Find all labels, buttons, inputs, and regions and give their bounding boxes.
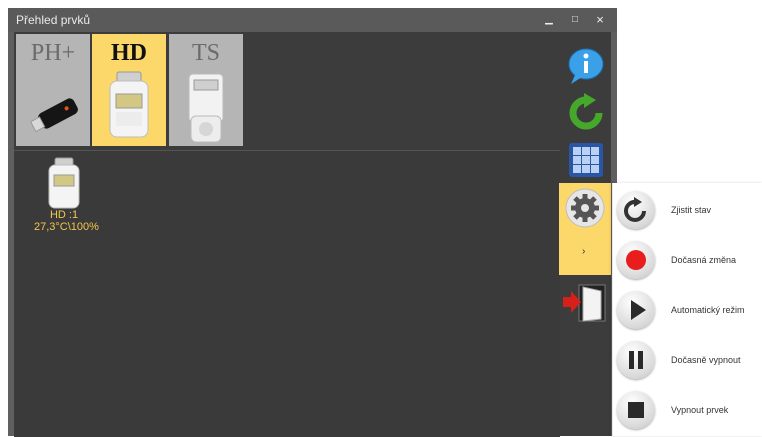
menu-item-label: Dočasná změna — [671, 255, 737, 265]
stop-icon — [628, 402, 644, 418]
pause-icon — [629, 351, 643, 369]
tab-ts[interactable]: TS — [169, 34, 243, 146]
refresh-icon — [569, 93, 603, 130]
minimize-button[interactable]: ▁ — [538, 10, 560, 30]
usb-stick-icon — [30, 98, 78, 133]
menu-item-label: Dočasně vypnout — [671, 355, 741, 365]
client-area: PH+ HD TS HD:1 27,3°C\100% — [14, 32, 611, 437]
refresh-icon — [624, 197, 646, 222]
close-button[interactable]: × — [589, 10, 611, 30]
menu-item-circle — [617, 241, 655, 279]
menu-item-label: Automatický režim — [671, 305, 745, 315]
menu-item-label: Zjistit stav — [671, 205, 712, 215]
menu-item-automaticky-rezim[interactable]: Automatický režim — [613, 287, 762, 335]
exit-door-icon — [563, 284, 606, 322]
menu-item-zjistit-stav[interactable]: Zjistit stav — [613, 187, 762, 235]
title-bar: Přehled prvků ▁ □ × — [8, 8, 617, 32]
menu-item-label: Vypnout prvek — [671, 405, 729, 415]
timer-socket-icon — [188, 73, 224, 143]
device-name: HD :1 — [49, 209, 79, 221]
refresh-button[interactable] — [566, 92, 606, 132]
menu-item-vypnout-prvek[interactable]: Vypnout prvek — [613, 387, 762, 435]
main-window: Přehled prvků ▁ □ × PH+ HD TS HD:1 27,3… — [8, 8, 617, 437]
info-button[interactable] — [566, 46, 606, 86]
play-icon — [631, 300, 646, 320]
device-status: 27,3°C\100% — [34, 221, 99, 233]
record-icon — [626, 250, 646, 270]
grid-view-button[interactable] — [566, 140, 606, 180]
gear-icon — [565, 188, 605, 228]
menu-item-circle — [617, 341, 655, 379]
tab-ph-plus[interactable]: PH+ — [16, 34, 90, 146]
chevron-right-icon: › — [582, 246, 586, 257]
device-area: HD :1 27,3°C\100% — [14, 150, 560, 437]
exit-button[interactable] — [561, 283, 607, 323]
info-icon — [568, 48, 604, 84]
device-tile-hd-1[interactable]: HD :1 27,3°C\100% — [34, 157, 99, 233]
action-menu: Zjistit stav Dočasná změna Automatický r… — [612, 183, 762, 436]
maximize-button[interactable]: □ — [564, 10, 586, 30]
thermostat-head-icon — [109, 71, 149, 138]
tab-hd[interactable]: HD — [92, 34, 166, 146]
settings-panel[interactable]: › — [559, 183, 611, 275]
window-title: Přehled prvků — [16, 13, 91, 27]
menu-item-circle — [617, 391, 655, 429]
menu-item-docasna-zmena[interactable]: Dočasná změna — [613, 237, 762, 285]
menu-item-circle — [617, 191, 655, 229]
grid-icon — [569, 143, 603, 177]
menu-item-circle — [617, 291, 655, 329]
menu-item-docasne-vypnout[interactable]: Dočasně vypnout — [613, 337, 762, 385]
thermostat-head-icon — [48, 157, 80, 209]
